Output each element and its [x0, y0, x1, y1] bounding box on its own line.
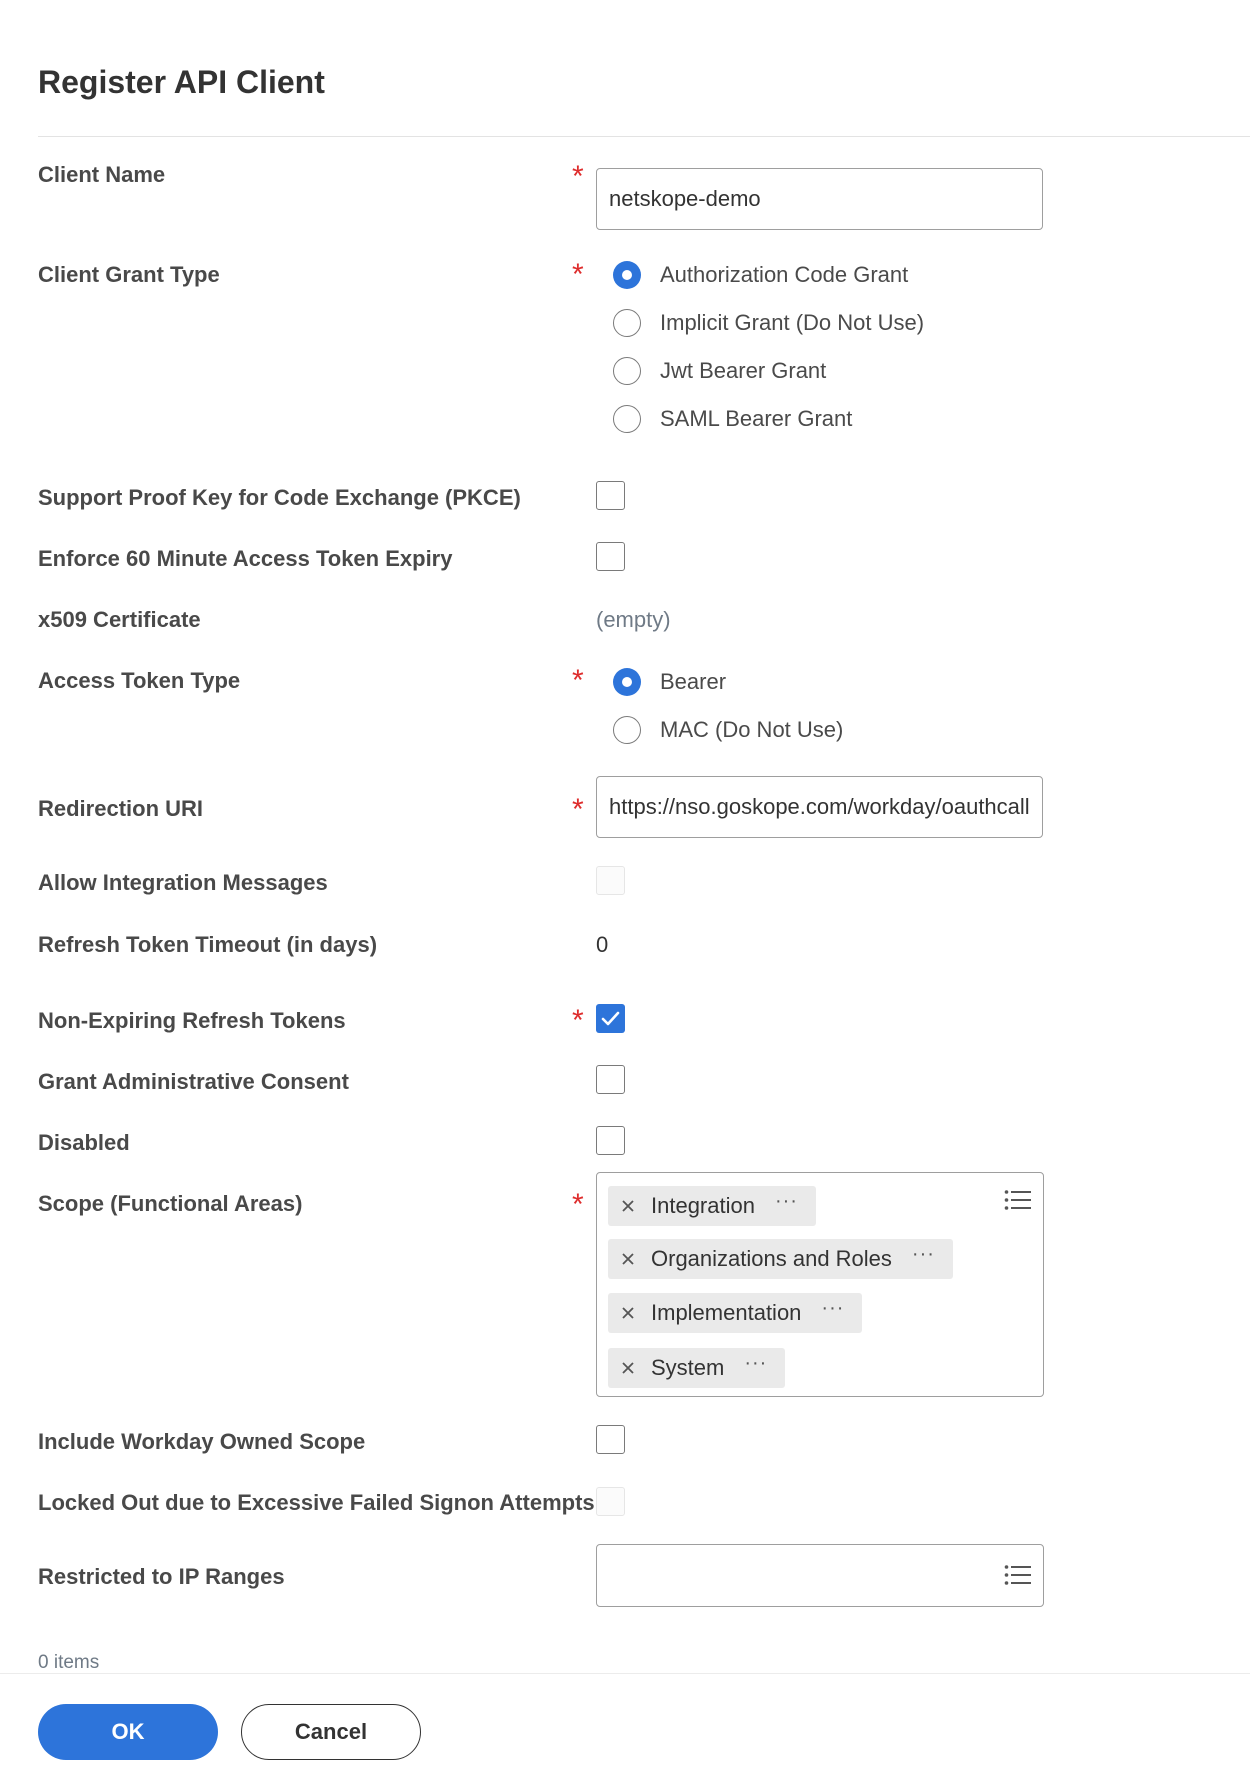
close-icon[interactable]: [620, 1305, 636, 1321]
disabled-checkbox[interactable]: [596, 1126, 625, 1155]
scope-pill-organizations-and-roles[interactable]: Organizations and Roles ···: [608, 1239, 953, 1279]
ok-button[interactable]: OK: [38, 1704, 218, 1760]
pill-label: Integration: [651, 1193, 755, 1218]
ip-ranges-label: Restricted to IP Ranges: [38, 1564, 285, 1589]
footer-bar: OK Cancel: [0, 1673, 1250, 1785]
scope-label: Scope (Functional Areas): [38, 1191, 303, 1216]
workday-owned-label: Include Workday Owned Scope: [38, 1429, 366, 1454]
locked-out-label: Locked Out due to Excessive Failed Signo…: [38, 1490, 595, 1515]
grant-type-option-saml-bearer[interactable]: SAML Bearer Grant: [613, 402, 852, 436]
required-marker: *: [572, 793, 584, 826]
required-marker: *: [572, 1004, 584, 1037]
radio-unselected[interactable]: [613, 309, 641, 337]
token-type-option-bearer[interactable]: Bearer: [613, 665, 726, 699]
pill-label: System: [651, 1355, 725, 1380]
x509-value: (empty): [596, 607, 671, 632]
radio-unselected[interactable]: [613, 405, 641, 433]
required-marker: *: [572, 160, 584, 193]
ip-ranges-prompt[interactable]: [596, 1544, 1044, 1607]
required-marker: *: [572, 258, 584, 291]
refresh-timeout-label: Refresh Token Timeout (in days): [38, 932, 378, 957]
cancel-button[interactable]: Cancel: [241, 1704, 421, 1760]
client-name-label: Client Name: [38, 162, 166, 187]
radio-label: Jwt Bearer Grant: [660, 358, 827, 383]
close-icon[interactable]: [620, 1198, 636, 1214]
required-marker: *: [572, 664, 584, 697]
locked-out-checkbox: [596, 1487, 625, 1516]
client-name-input[interactable]: [596, 168, 1043, 230]
redirect-uri-label: Redirection URI: [38, 796, 204, 821]
allow-integration-label: Allow Integration Messages: [38, 870, 328, 895]
list-icon[interactable]: [1004, 1189, 1032, 1211]
admin-consent-label: Grant Administrative Consent: [38, 1069, 349, 1094]
more-icon[interactable]: ···: [821, 1298, 844, 1318]
radio-label: Implicit Grant (Do Not Use): [660, 310, 925, 335]
refresh-timeout-value: 0: [596, 932, 609, 957]
pkce-checkbox[interactable]: [596, 481, 625, 510]
grant-type-option-implicit[interactable]: Implicit Grant (Do Not Use): [613, 306, 924, 340]
more-icon[interactable]: ···: [775, 1191, 798, 1211]
scope-pill-integration[interactable]: Integration ···: [608, 1186, 816, 1226]
items-count: 0 items: [38, 1652, 100, 1673]
enforce-expiry-checkbox[interactable]: [596, 542, 625, 571]
x509-label: x509 Certificate: [38, 607, 201, 632]
token-type-option-mac[interactable]: MAC (Do Not Use): [613, 713, 843, 747]
page-title: Register API Client: [38, 64, 325, 100]
disabled-label: Disabled: [38, 1130, 130, 1155]
more-icon[interactable]: ···: [912, 1244, 935, 1264]
close-icon[interactable]: [620, 1251, 636, 1267]
workday-owned-checkbox[interactable]: [596, 1425, 625, 1454]
radio-selected[interactable]: [613, 668, 641, 696]
scope-prompt[interactable]: Integration ··· Organizations and Roles …: [596, 1172, 1044, 1397]
non-expiring-label: Non-Expiring Refresh Tokens: [38, 1008, 346, 1033]
radio-selected[interactable]: [613, 261, 641, 289]
title-divider: [38, 136, 1250, 137]
redirect-uri-input[interactable]: [596, 776, 1043, 838]
radio-label: Bearer: [660, 669, 727, 694]
radio-unselected[interactable]: [613, 716, 641, 744]
access-token-type-label: Access Token Type: [38, 668, 241, 693]
pill-label: Organizations and Roles: [651, 1246, 892, 1271]
required-marker: *: [572, 1188, 584, 1221]
radio-unselected[interactable]: [613, 357, 641, 385]
scope-pill-system[interactable]: System ···: [608, 1348, 786, 1388]
grant-type-option-authorization-code[interactable]: Authorization Code Grant: [613, 258, 908, 292]
check-icon: [601, 1011, 620, 1026]
radio-label: Authorization Code Grant: [660, 262, 909, 287]
enforce-expiry-label: Enforce 60 Minute Access Token Expiry: [38, 546, 453, 571]
list-icon[interactable]: [1004, 1564, 1032, 1586]
radio-label: SAML Bearer Grant: [660, 406, 853, 431]
grant-type-label: Client Grant Type: [38, 262, 220, 287]
non-expiring-checkbox[interactable]: [596, 1004, 625, 1033]
close-icon[interactable]: [620, 1360, 636, 1376]
radio-label: MAC (Do Not Use): [660, 717, 844, 742]
pkce-label: Support Proof Key for Code Exchange (PKC…: [38, 485, 521, 510]
scope-pill-implementation[interactable]: Implementation ···: [608, 1293, 863, 1333]
pill-label: Implementation: [651, 1300, 802, 1325]
allow-integration-checkbox: [596, 866, 625, 895]
admin-consent-checkbox[interactable]: [596, 1065, 625, 1094]
grant-type-option-jwt-bearer[interactable]: Jwt Bearer Grant: [613, 354, 826, 388]
more-icon[interactable]: ···: [744, 1353, 767, 1373]
